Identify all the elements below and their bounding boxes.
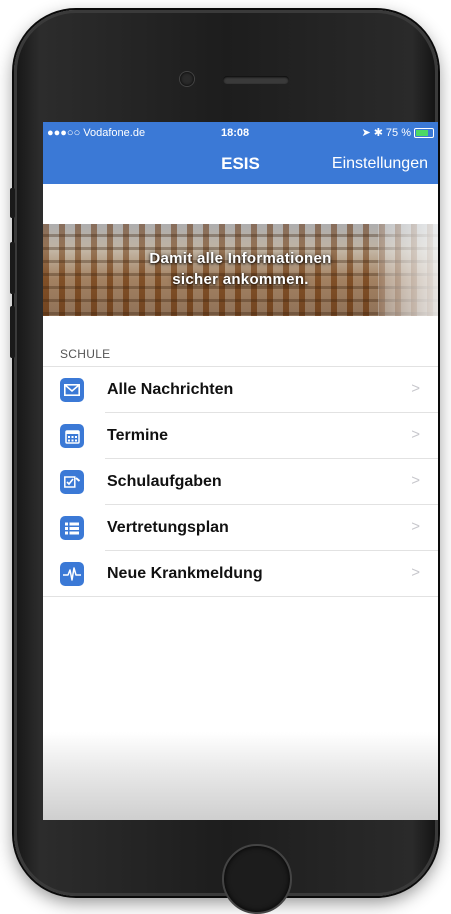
list-item-termine[interactable]: Termine > [43, 413, 438, 459]
carrier-label: ●●●○○ Vodafone.de [47, 127, 146, 139]
battery-percent: 75 % [385, 127, 411, 139]
banner-slogan: Damit alle Informationen sicher ankommen… [43, 248, 438, 290]
earpiece-speaker [223, 76, 289, 84]
list-item-label: Vertretungsplan [107, 519, 229, 536]
chevron-right-icon: > [411, 472, 420, 489]
list-icon [60, 516, 84, 540]
list-item-label: Schulaufgaben [107, 473, 222, 490]
list-item-alle-nachrichten[interactable]: Alle Nachrichten > [43, 367, 438, 413]
chevron-right-icon: > [411, 380, 420, 397]
front-camera [180, 72, 194, 86]
settings-button[interactable]: Einstellungen [332, 155, 428, 173]
banner-line-1: Damit alle Informationen [149, 250, 332, 267]
section-header: SCHULE [60, 347, 111, 361]
list-item-schulaufgaben[interactable]: Schulaufgaben > [43, 459, 438, 505]
checklist-icon [60, 470, 84, 494]
status-bar: ●●●○○ Vodafone.de 18:08 ➤ ✱ 75 % [43, 122, 438, 144]
list-item-vertretungsplan[interactable]: Vertretungsplan > [43, 505, 438, 551]
bluetooth-icon: ✱ [373, 127, 383, 139]
mute-switch [10, 188, 15, 218]
list-item-label: Alle Nachrichten [107, 381, 234, 398]
banner-line-2: sicher ankommen. [172, 271, 309, 288]
menu-list: Alle Nachrichten > Termine > Schulaufgab… [43, 367, 438, 597]
volume-down-button [10, 306, 15, 358]
clock: 18:08 [221, 127, 250, 139]
navigation-bar: ESIS Einstellungen [43, 144, 438, 184]
volume-up-button [10, 242, 15, 294]
status-right: ➤ ✱ 75 % [361, 122, 434, 144]
heartbeat-icon [60, 562, 84, 586]
screen-bottom-glare [43, 732, 438, 820]
chevron-right-icon: > [411, 518, 420, 535]
envelope-icon [60, 378, 84, 402]
list-item-label: Termine [107, 427, 169, 444]
list-item-neue-krankmeldung[interactable]: Neue Krankmeldung > [43, 551, 438, 597]
hero-banner: Damit alle Informationen sicher ankommen… [43, 224, 438, 316]
battery-icon [414, 128, 434, 138]
chevron-right-icon: > [411, 564, 420, 581]
location-icon: ➤ [361, 127, 371, 139]
chevron-right-icon: > [411, 426, 420, 443]
app-screen: ●●●○○ Vodafone.de 18:08 ➤ ✱ 75 % ESIS Ei… [43, 122, 438, 820]
calendar-icon [60, 424, 84, 448]
list-item-label: Neue Krankmeldung [107, 565, 263, 582]
